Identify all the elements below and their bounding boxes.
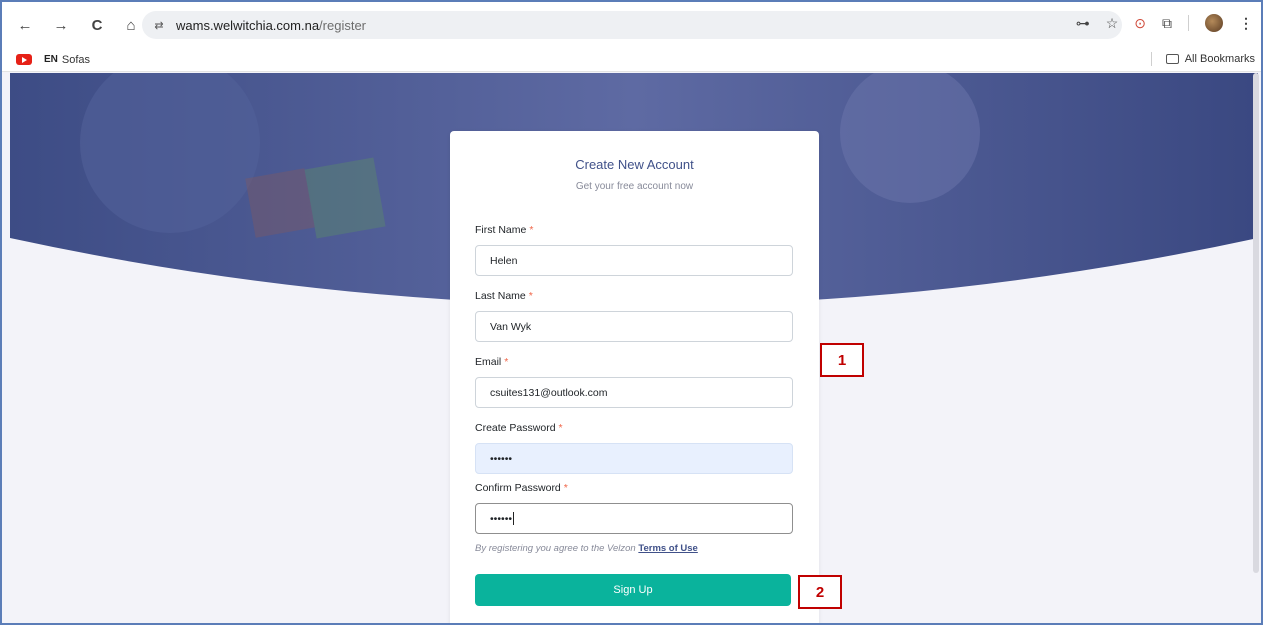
confirm-password-input[interactable]: ••••••: [475, 503, 793, 534]
google-lens-icon[interactable]: ⊙: [1134, 15, 1146, 32]
address-bar[interactable]: ⇄ wams.welwitchia.com.na/register: [142, 11, 1122, 39]
toolbar-actions: ⊶ ☆ ⊙ ⧉ ⋮: [1076, 14, 1253, 32]
profile-avatar[interactable]: [1205, 14, 1223, 32]
terms-of-use-link[interactable]: Terms of Use: [638, 543, 697, 554]
register-page: Create New Account Get your free account…: [2, 73, 1261, 623]
card-subtitle: Get your free account now: [575, 181, 694, 192]
url-host: wams.welwitchia.com.na: [176, 17, 320, 33]
reload-icon[interactable]: C: [86, 14, 108, 36]
url-path: /register: [319, 17, 367, 33]
required-mark: *: [504, 356, 509, 368]
create-password-input[interactable]: ••••••: [475, 443, 793, 474]
forward-icon[interactable]: →: [50, 14, 72, 36]
first-name-input[interactable]: Helen: [475, 245, 793, 276]
email-label: Email *: [475, 356, 509, 368]
confirm-password-value: ••••••: [490, 512, 513, 525]
email-input[interactable]: csuites131@outlook.com: [475, 377, 793, 408]
confirm-password-label: Confirm Password *: [475, 482, 568, 494]
required-mark: *: [528, 290, 533, 302]
browser-toolbar: ← → C ⌂ ⇄ wams.welwitchia.com.na/registe…: [2, 2, 1261, 48]
first-name-label: First Name *: [475, 224, 534, 236]
bookmark-sofas[interactable]: Sofas: [62, 54, 90, 66]
last-name-label: Last Name *: [475, 290, 533, 302]
annotation-marker-2: 2: [798, 575, 842, 609]
annotation-marker-1: 1: [820, 343, 864, 377]
page-scrollbar[interactable]: [1253, 73, 1259, 573]
required-mark: *: [558, 422, 563, 434]
required-mark: *: [563, 482, 568, 494]
folder-icon: [1165, 54, 1179, 64]
extensions-icon[interactable]: ⧉: [1162, 15, 1172, 32]
bookmarks-bar: EN Sofas All Bookmarks: [2, 48, 1261, 72]
sign-up-button[interactable]: Sign Up: [475, 574, 791, 606]
bookmarks-divider: [1150, 52, 1152, 66]
required-mark: *: [529, 224, 534, 236]
text-caret: [513, 512, 515, 525]
card-title: Create New Account: [575, 157, 694, 172]
register-card: Create New Account Get your free account…: [450, 131, 819, 623]
screenshot-frame: ← → C ⌂ ⇄ wams.welwitchia.com.na/registe…: [0, 0, 1263, 625]
all-bookmarks[interactable]: All Bookmarks: [1150, 52, 1255, 66]
toolbar-divider: [1188, 15, 1189, 31]
password-key-icon[interactable]: ⊶: [1076, 15, 1090, 32]
home-icon[interactable]: ⌂: [120, 14, 142, 36]
site-info-icon[interactable]: ⇄: [150, 16, 168, 34]
terms-text: By registering you agree to the Velzon T…: [475, 543, 698, 554]
youtube-icon[interactable]: [16, 54, 32, 65]
last-name-input[interactable]: Van Wyk: [475, 311, 793, 342]
all-bookmarks-label: All Bookmarks: [1184, 53, 1255, 65]
en-bookmark-icon[interactable]: EN: [44, 54, 58, 65]
browser-menu-icon[interactable]: ⋮: [1239, 15, 1253, 32]
back-icon[interactable]: ←: [14, 14, 36, 36]
create-password-label: Create Password *: [475, 422, 563, 434]
bookmark-star-icon[interactable]: ☆: [1106, 15, 1119, 32]
